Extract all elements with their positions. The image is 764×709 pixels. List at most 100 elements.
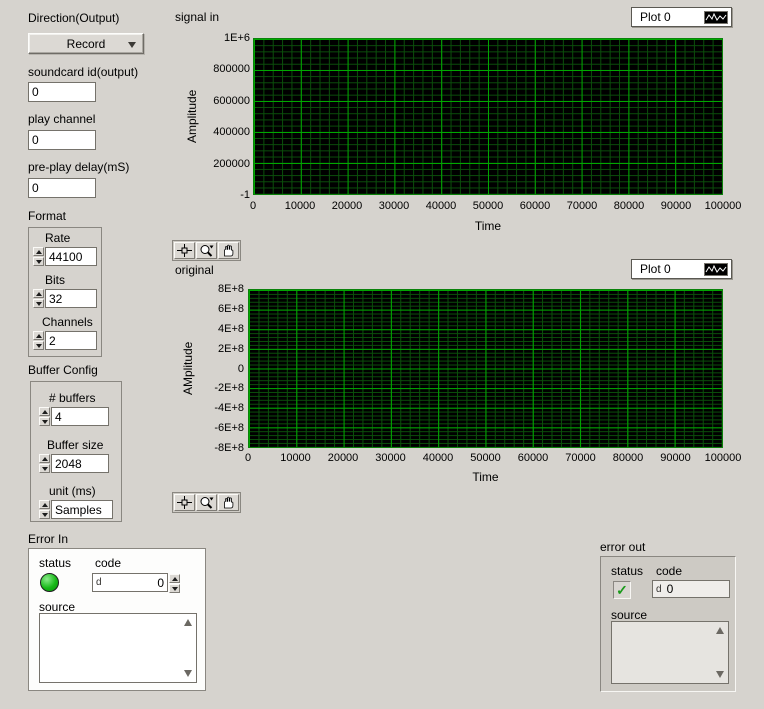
tick-label: 70000: [565, 452, 596, 464]
channels-control: [33, 331, 97, 350]
increment-button[interactable]: [33, 289, 44, 298]
error-out-code-label: code: [656, 564, 682, 578]
num-buffers-control: [39, 407, 109, 426]
tick-label: 0: [245, 452, 251, 464]
tick-label: 100000: [705, 452, 742, 464]
graph1-ylabel: Amplitude: [185, 38, 199, 195]
play-channel-input[interactable]: [28, 130, 96, 150]
graph1-plot-legend[interactable]: Plot 0: [631, 7, 732, 27]
graph2-xlabel: Time: [248, 470, 723, 484]
decrement-button[interactable]: [33, 299, 44, 308]
rate-input[interactable]: [45, 247, 97, 266]
graph2-tools-palette: [172, 492, 241, 513]
error-in-status-led[interactable]: [40, 573, 59, 592]
unit-input[interactable]: [51, 500, 113, 519]
num-buffers-input[interactable]: [51, 407, 109, 426]
magnifier-icon: [199, 496, 214, 509]
tick-label: 30000: [375, 452, 406, 464]
pan-tool-button[interactable]: [218, 494, 239, 511]
tick-label: 50000: [470, 452, 501, 464]
increment-button[interactable]: [33, 247, 44, 256]
buffer-size-control: [39, 454, 109, 473]
increment-button[interactable]: [33, 331, 44, 340]
tick-label: 0: [250, 200, 256, 212]
scroll-up-icon[interactable]: [184, 619, 192, 626]
tick-label: 4E+8: [218, 323, 244, 335]
buffer-size-spinner: [39, 454, 50, 473]
waveform-icon: [704, 11, 728, 24]
decrement-button[interactable]: [39, 510, 50, 519]
graph2-title: original: [175, 263, 214, 277]
tick-label: 90000: [660, 452, 691, 464]
error-in-label: Error In: [28, 532, 68, 546]
graph2-plot-area[interactable]: [248, 289, 723, 448]
num-buffers-label: # buffers: [49, 391, 95, 405]
scroll-down-icon[interactable]: [184, 670, 192, 677]
tick-label: 6E+8: [218, 303, 244, 315]
graph2-y-ticks: 8E+86E+84E+82E+80-2E+8-4E+8-6E+8-8E+8: [196, 289, 244, 448]
channels-spinner: [33, 331, 44, 350]
decrement-button[interactable]: [169, 584, 180, 593]
error-out-code-field: d 0: [652, 580, 730, 598]
buffer-size-input[interactable]: [51, 454, 109, 473]
scroll-up-icon[interactable]: [716, 627, 724, 634]
direction-label: Direction(Output): [28, 11, 119, 25]
scroll-down-icon[interactable]: [716, 671, 724, 678]
graph1-title: signal in: [175, 10, 219, 24]
direction-dropdown[interactable]: Record: [28, 33, 144, 54]
error-out-source-box: [611, 621, 729, 684]
error-in-code-spinner: [169, 574, 180, 593]
error-in-cluster: status code d 0 source: [28, 548, 206, 691]
buffer-config-cluster: # buffers Buffer size unit (ms): [30, 381, 122, 522]
tick-label: 10000: [280, 452, 311, 464]
tick-label: 600000: [213, 95, 250, 107]
error-out-label: error out: [600, 540, 645, 554]
error-in-source-box[interactable]: [39, 613, 197, 683]
error-out-code-value: 0: [667, 582, 674, 596]
zoom-tool-button[interactable]: [196, 494, 217, 511]
buffer-config-label: Buffer Config: [28, 363, 98, 377]
format-cluster-label: Format: [28, 209, 66, 223]
increment-button[interactable]: [39, 407, 50, 416]
pan-tool-button[interactable]: [218, 242, 239, 259]
preplay-delay-input[interactable]: [28, 178, 96, 198]
tick-label: 1E+6: [224, 32, 250, 44]
radix-indicator[interactable]: d: [96, 577, 102, 588]
decrement-button[interactable]: [39, 417, 50, 426]
decrement-button[interactable]: [39, 464, 50, 473]
tick-label: 30000: [379, 200, 410, 212]
cursor-tool-button[interactable]: [174, 242, 195, 259]
decrement-button[interactable]: [33, 341, 44, 350]
tick-label: 40000: [423, 452, 454, 464]
graph2-plot-legend[interactable]: Plot 0: [631, 259, 732, 279]
decrement-button[interactable]: [33, 257, 44, 266]
bits-input[interactable]: [45, 289, 97, 308]
unit-control: [39, 500, 113, 519]
channels-input[interactable]: [45, 331, 97, 350]
tick-label: 20000: [332, 200, 363, 212]
checkmark-icon: ✓: [616, 583, 628, 597]
tick-label: 40000: [426, 200, 457, 212]
tick-label: 50000: [473, 200, 504, 212]
increment-button[interactable]: [169, 574, 180, 583]
error-in-source-text[interactable]: [43, 616, 180, 680]
cursor-tool-button[interactable]: [174, 494, 195, 511]
soundcard-id-input[interactable]: [28, 82, 96, 102]
error-out-source-text: [615, 624, 712, 681]
tick-label: 0: [238, 363, 244, 375]
graph2-legend-label: Plot 0: [632, 262, 704, 276]
graph1-x-ticks: 0100002000030000400005000060000700008000…: [253, 200, 723, 212]
tick-label: -8E+8: [214, 442, 244, 454]
tick-label: 70000: [567, 200, 598, 212]
error-in-code-field[interactable]: d 0: [92, 573, 168, 592]
zoom-tool-button[interactable]: [196, 242, 217, 259]
graph1-plot-area[interactable]: [253, 38, 723, 195]
rate-control: [33, 247, 97, 266]
rate-spinner: [33, 247, 44, 266]
graph1-tools-palette: [172, 240, 241, 261]
increment-button[interactable]: [39, 500, 50, 509]
tick-label: 800000: [213, 63, 250, 75]
crosshair-icon: [177, 496, 192, 509]
increment-button[interactable]: [39, 454, 50, 463]
error-out-source-label: source: [611, 608, 647, 622]
